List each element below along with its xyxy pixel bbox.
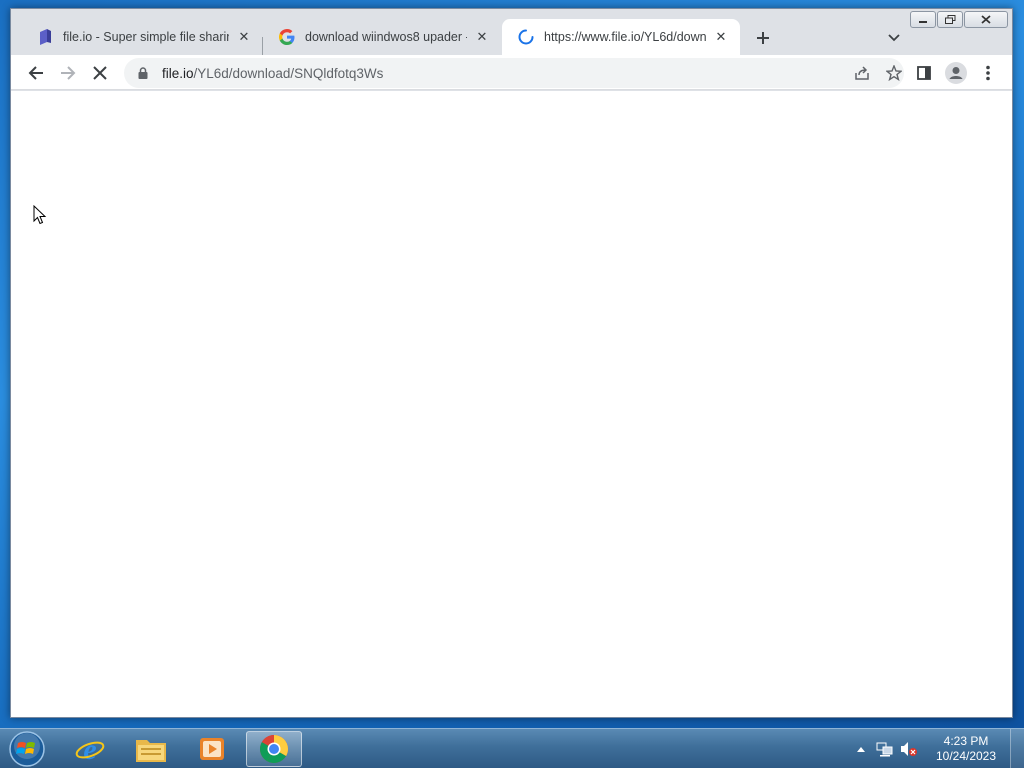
tab-search-button[interactable]: [884, 28, 904, 48]
internet-explorer-icon: e: [75, 733, 105, 765]
fileio-icon: [37, 29, 53, 45]
profile-button[interactable]: [943, 60, 969, 86]
plus-icon: [757, 32, 769, 44]
chrome-icon: [260, 735, 288, 763]
taskbar-internet-explorer[interactable]: e: [62, 731, 118, 767]
share-button[interactable]: [850, 61, 874, 85]
browser-window: file.io - Super simple file sharing ✕ do…: [10, 8, 1013, 718]
show-desktop-button[interactable]: [1010, 729, 1024, 768]
url-host: file.io: [162, 65, 194, 81]
tab-title: https://www.file.io/YL6d/download/SNQldf…: [544, 30, 706, 44]
stop-loading-button[interactable]: [87, 60, 113, 86]
taskbar: e 4:23 PM 10/24/2023: [0, 728, 1024, 768]
taskbar-file-explorer[interactable]: [123, 731, 179, 767]
clock-date: 10/24/2023: [935, 749, 997, 763]
share-icon: [855, 66, 869, 80]
kebab-menu-icon: [986, 65, 990, 81]
back-button[interactable]: [23, 60, 49, 86]
tab-fileio[interactable]: file.io - Super simple file sharing ✕: [21, 19, 263, 55]
tab-title: file.io - Super simple file sharing: [63, 30, 229, 44]
clock-time: 4:23 PM: [943, 734, 989, 748]
menu-button[interactable]: [975, 60, 1001, 86]
avatar-icon: [945, 62, 967, 84]
side-panel-icon: [917, 66, 931, 80]
windows-start-orb-icon: [9, 731, 45, 767]
system-clock[interactable]: 4:23 PM 10/24/2023: [930, 734, 1002, 764]
google-icon: [279, 29, 295, 45]
tab-close-icon[interactable]: ✕: [473, 28, 491, 46]
tab-strip: file.io - Super simple file sharing ✕ do…: [11, 19, 1012, 55]
address-bar[interactable]: file.io/YL6d/download/SNQldfotq3Ws: [124, 58, 904, 88]
mouse-pointer-icon: [33, 205, 47, 225]
system-tray: 4:23 PM 10/24/2023: [846, 729, 1024, 768]
tab-google-search[interactable]: download wiindwos8 upader - Google Searc…: [263, 19, 501, 55]
network-icon: [876, 742, 893, 757]
taskbar-chrome[interactable]: [246, 731, 302, 767]
show-hidden-icons-button[interactable]: [852, 740, 870, 758]
bookmark-button[interactable]: [882, 61, 906, 85]
url-path: /YL6d/download/SNQldfotq3Ws: [193, 65, 384, 81]
url-text[interactable]: file.io/YL6d/download/SNQldfotq3Ws: [162, 66, 383, 81]
lock-icon[interactable]: [136, 66, 150, 80]
chevron-down-icon: [888, 34, 900, 42]
star-icon: [886, 65, 902, 81]
svg-text:e: e: [83, 733, 96, 765]
arrow-left-icon: [28, 66, 43, 80]
stop-icon: [93, 66, 107, 80]
tab-close-icon[interactable]: ✕: [712, 28, 730, 46]
new-tab-button[interactable]: [752, 27, 774, 49]
arrow-right-icon: [61, 66, 76, 80]
tab-title: download wiindwos8 upader - Google Searc…: [305, 30, 467, 44]
loading-spinner-icon: [518, 29, 534, 45]
volume-button[interactable]: [900, 740, 918, 758]
forward-button[interactable]: [55, 60, 81, 86]
tab-fileio-download[interactable]: https://www.file.io/YL6d/download/SNQldf…: [502, 19, 740, 55]
media-player-icon: [200, 738, 224, 760]
file-explorer-icon: [136, 740, 166, 762]
start-button[interactable]: [8, 730, 46, 768]
tab-close-icon[interactable]: ✕: [235, 28, 253, 46]
taskbar-media-player[interactable]: [184, 731, 240, 767]
volume-muted-icon: [901, 742, 917, 756]
caret-up-icon: [857, 747, 865, 752]
side-panel-button[interactable]: [911, 60, 937, 86]
page-content: [11, 91, 1012, 717]
network-button[interactable]: [876, 740, 894, 758]
browser-toolbar: file.io/YL6d/download/SNQldfotq3Ws: [11, 55, 1012, 90]
